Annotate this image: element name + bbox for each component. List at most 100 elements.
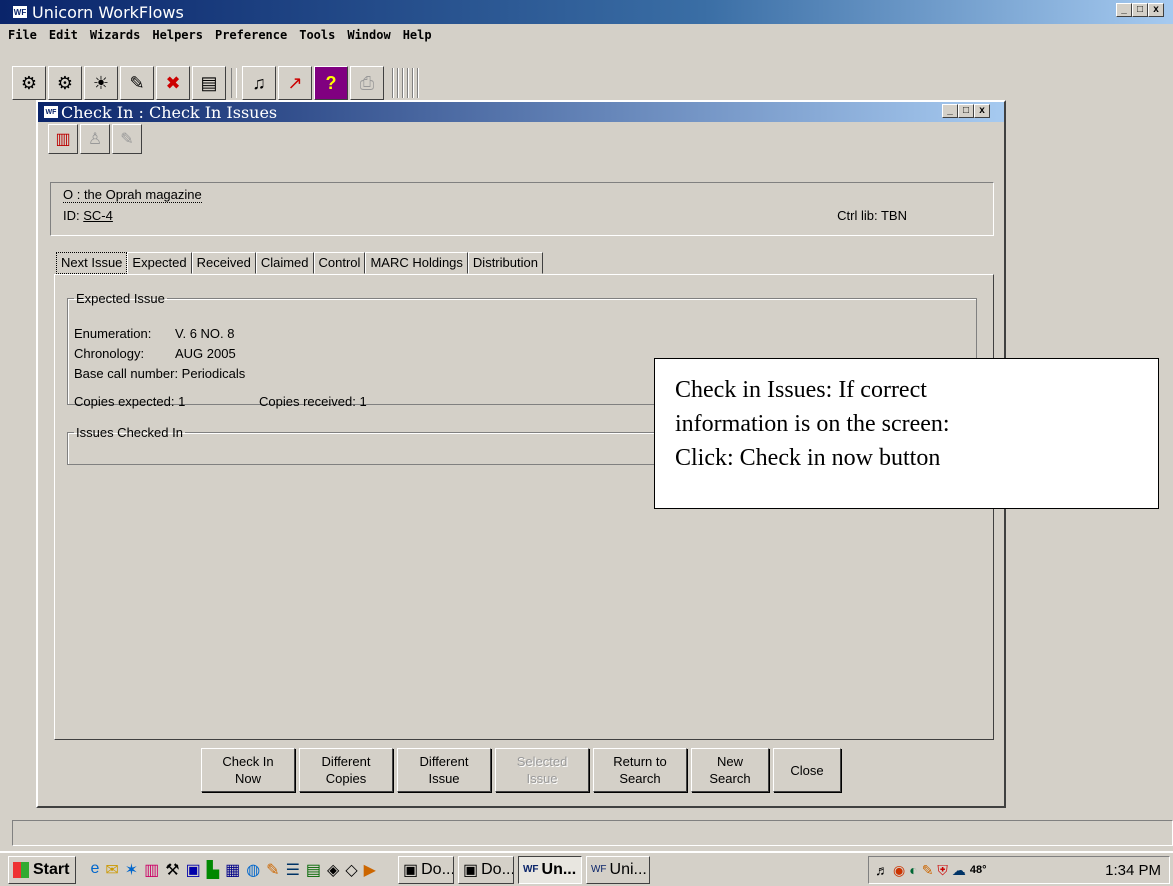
task-buttons: ▣ Do... ▣ Do... WF Un... WF Uni...	[397, 855, 650, 884]
edit-icon[interactable]: ✎	[112, 124, 142, 154]
books-icon[interactable]: ▥	[144, 860, 159, 880]
maximize-button[interactable]: □	[1132, 3, 1148, 17]
base-call-number: Base call number: Periodicals	[74, 366, 246, 381]
instruction-callout: Check in Issues: If correct information …	[654, 358, 1159, 509]
menu-tools[interactable]: Tools	[295, 28, 343, 42]
pen-icon[interactable]: ✎	[266, 860, 279, 880]
mail-icon[interactable]: ✉	[105, 860, 118, 880]
title-line: O : the Oprah magazine	[63, 187, 202, 203]
child-title: Check In : Check In Issues	[61, 102, 278, 122]
search-person-icon[interactable]: ♙	[80, 124, 110, 154]
cancel-icon[interactable]: ✖	[156, 66, 190, 100]
update-icon[interactable]: ✎	[922, 862, 934, 879]
media-icon[interactable]: ▶	[364, 860, 376, 880]
tab-control[interactable]: Control	[313, 252, 366, 274]
weather-icon[interactable]: ☁	[952, 862, 966, 879]
child-title-bar: WF Check In : Check In Issues _ □ x	[38, 102, 1004, 122]
menu-file[interactable]: File	[4, 28, 45, 42]
speaker-icon[interactable]: ♬	[875, 862, 889, 878]
task-doc-1[interactable]: ▣ Do...	[397, 855, 454, 884]
menu-edit[interactable]: Edit	[45, 28, 86, 42]
app-title: Unicorn WorkFlows	[32, 2, 184, 22]
help-icon[interactable]: ?	[314, 66, 348, 100]
checkin-icon[interactable]: ✎	[120, 66, 154, 100]
tab-next-issue[interactable]: Next Issue	[56, 252, 128, 274]
menu-help[interactable]: Help	[399, 28, 440, 42]
print-icon[interactable]: ⎙	[350, 66, 384, 100]
word-doc-icon: ▣	[402, 861, 419, 879]
tab-received[interactable]: Received	[191, 252, 256, 274]
globe-icon[interactable]: ◍	[246, 860, 260, 880]
computer-icon[interactable]: ▦	[225, 860, 240, 880]
different-copies-button[interactable]: Different Copies	[299, 748, 393, 792]
issues-checked-in-legend: Issues Checked In	[76, 425, 183, 440]
close-window-button[interactable]: x	[1148, 3, 1164, 17]
wf-logo-icon: WF	[12, 5, 28, 19]
copies-received: Copies received: 1	[259, 394, 367, 409]
start-button[interactable]: Start	[8, 855, 77, 884]
word-icon[interactable]: ▣	[186, 860, 201, 880]
child-close-button[interactable]: x	[974, 104, 990, 118]
ctrl-lib: Ctrl lib: TBN	[837, 208, 907, 223]
close-button[interactable]: Close	[773, 748, 841, 792]
circulation-icon[interactable]: ☀	[84, 66, 118, 100]
menu-bar: File Edit Wizards Helpers Preference Too…	[0, 24, 1173, 46]
word-doc-icon: ▣	[462, 861, 479, 879]
notice-icon[interactable]: ▤	[192, 66, 226, 100]
different-issue-button[interactable]: Different Issue	[397, 748, 491, 792]
app-title-bar: WF Unicorn WorkFlows _ □ x	[0, 0, 1173, 24]
menu-preference[interactable]: Preference	[211, 28, 295, 42]
title-info-box: O : the Oprah magazine ID: SC-4 Ctrl lib…	[50, 182, 994, 236]
new-search-button[interactable]: New Search	[691, 748, 769, 792]
system-tray: ♬ ◉ ◐ ✎ ⛨ ☁ 48° 1:34 PM	[868, 856, 1170, 884]
tool-icon[interactable]: ⚒	[165, 860, 179, 880]
book-icon[interactable]: ▥	[48, 124, 78, 154]
return-to-search-button[interactable]: Return to Search	[593, 748, 687, 792]
antivirus-icon[interactable]: ◉	[893, 862, 905, 879]
enumeration-label: Enumeration:	[74, 326, 152, 341]
start-label: Start	[33, 860, 70, 878]
tab-strip: Next Issue Expected Received Claimed Con…	[56, 252, 543, 274]
id-label: ID:	[63, 208, 80, 223]
tab-distribution[interactable]: Distribution	[467, 252, 543, 274]
child-minimize-button[interactable]: _	[942, 104, 958, 118]
ie-icon[interactable]: e	[90, 860, 99, 880]
task-unicorn-2[interactable]: WF Uni...	[585, 855, 650, 884]
check-in-now-button[interactable]: Check In Now	[201, 748, 295, 792]
tab-expected[interactable]: Expected	[127, 252, 192, 274]
temperature: 48°	[969, 864, 987, 876]
child-maximize-button[interactable]: □	[958, 104, 974, 118]
callout-line-1: Check in Issues: If correct	[675, 377, 927, 403]
windows-logo-icon	[13, 861, 29, 878]
tag-icon[interactable]: ◈	[327, 860, 339, 880]
wf-logo-icon: WF	[522, 864, 539, 875]
clock[interactable]: 1:34 PM	[1105, 862, 1161, 879]
star-icon[interactable]: ✶	[125, 860, 138, 880]
selected-issue-button: Selected Issue	[495, 748, 589, 792]
quick-launch: e ✉ ✶ ▥ ⚒ ▣ ▙ ▦ ◍ ✎ ☰ ▤ ◈ ◇ ▶	[90, 860, 376, 880]
chronology-value: AUG 2005	[175, 346, 236, 361]
id-value: SC-4	[83, 208, 113, 223]
task-doc-2[interactable]: ▣ Do...	[457, 855, 514, 884]
diamond-icon[interactable]: ◇	[345, 860, 357, 880]
add-user-icon[interactable]: ⚙	[48, 66, 82, 100]
headphones-icon[interactable]: ♫	[242, 66, 276, 100]
menu-wizards[interactable]: Wizards	[86, 28, 149, 42]
chart-icon[interactable]: ▙	[207, 860, 219, 880]
minimize-button[interactable]: _	[1116, 3, 1132, 17]
tab-marc-holdings[interactable]: MARC Holdings	[365, 252, 468, 274]
user-search-icon[interactable]: ⚙	[12, 66, 46, 100]
shield-icon[interactable]: ⛨	[937, 862, 948, 879]
excel-icon[interactable]: ▤	[306, 860, 321, 880]
menu-helpers[interactable]: Helpers	[148, 28, 211, 42]
callout-line-3: Click: Check in now button	[675, 445, 941, 471]
task-unicorn-1[interactable]: WF Un...	[517, 855, 582, 884]
notes-icon[interactable]: ☰	[286, 860, 300, 880]
network-icon[interactable]: ◐	[909, 862, 917, 878]
report-icon[interactable]: ↗	[278, 66, 312, 100]
menu-window[interactable]: Window	[343, 28, 398, 42]
tab-claimed[interactable]: Claimed	[255, 252, 314, 274]
wf-logo-icon: WF	[44, 106, 58, 118]
toolbar-grip[interactable]	[392, 68, 420, 98]
action-button-bar: Check In Now Different Copies Different …	[201, 748, 841, 792]
